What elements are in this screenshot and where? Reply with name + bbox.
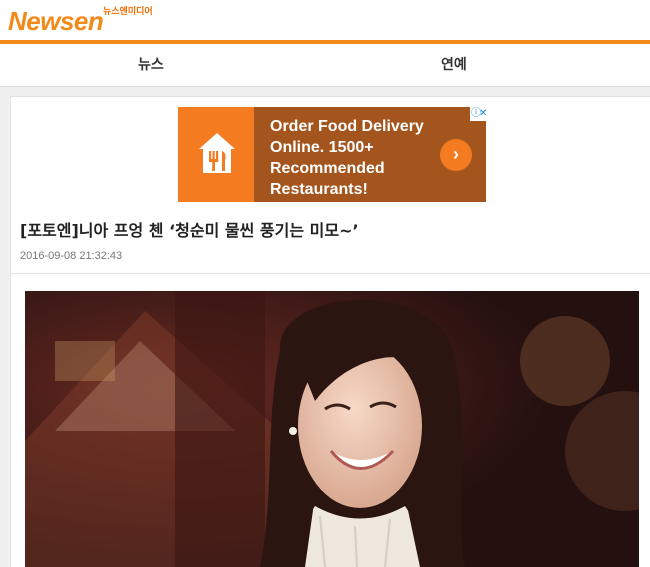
portrait-illustration bbox=[25, 291, 639, 567]
ad-logo-panel bbox=[178, 107, 254, 202]
site-logo[interactable]: Newsen bbox=[8, 6, 104, 37]
nav-item-news[interactable]: 뉴스 bbox=[138, 54, 164, 74]
main-nav: 뉴스 연예 bbox=[0, 44, 650, 87]
article-card: Order Food Delivery Online. 1500+ Recomm… bbox=[10, 96, 650, 567]
article-photo[interactable] bbox=[25, 291, 639, 567]
article-date: 2016-09-08 21:32:43 bbox=[20, 250, 123, 262]
close-icon[interactable]: ✕ bbox=[479, 108, 487, 120]
ad-text[interactable]: Order Food Delivery Online. 1500+ Recomm… bbox=[270, 116, 450, 200]
chevron-right-icon[interactable]: › bbox=[440, 139, 472, 171]
nav-item-entertainment[interactable]: 연예 bbox=[441, 54, 467, 74]
site-logo-subtitle: 뉴스엔미디어 bbox=[103, 7, 153, 17]
restaurant-house-icon bbox=[199, 133, 235, 173]
site-header: Newsen 뉴스엔미디어 bbox=[0, 0, 650, 40]
ad-banner[interactable]: Order Food Delivery Online. 1500+ Recomm… bbox=[178, 107, 487, 202]
article-divider bbox=[11, 273, 650, 274]
article-title: [포토엔]니아 프엉 첸 ‘청순미 물씬 풍기는 미모~’ bbox=[20, 221, 359, 240]
ad-choices[interactable]: ⓘ ✕ bbox=[470, 107, 487, 121]
